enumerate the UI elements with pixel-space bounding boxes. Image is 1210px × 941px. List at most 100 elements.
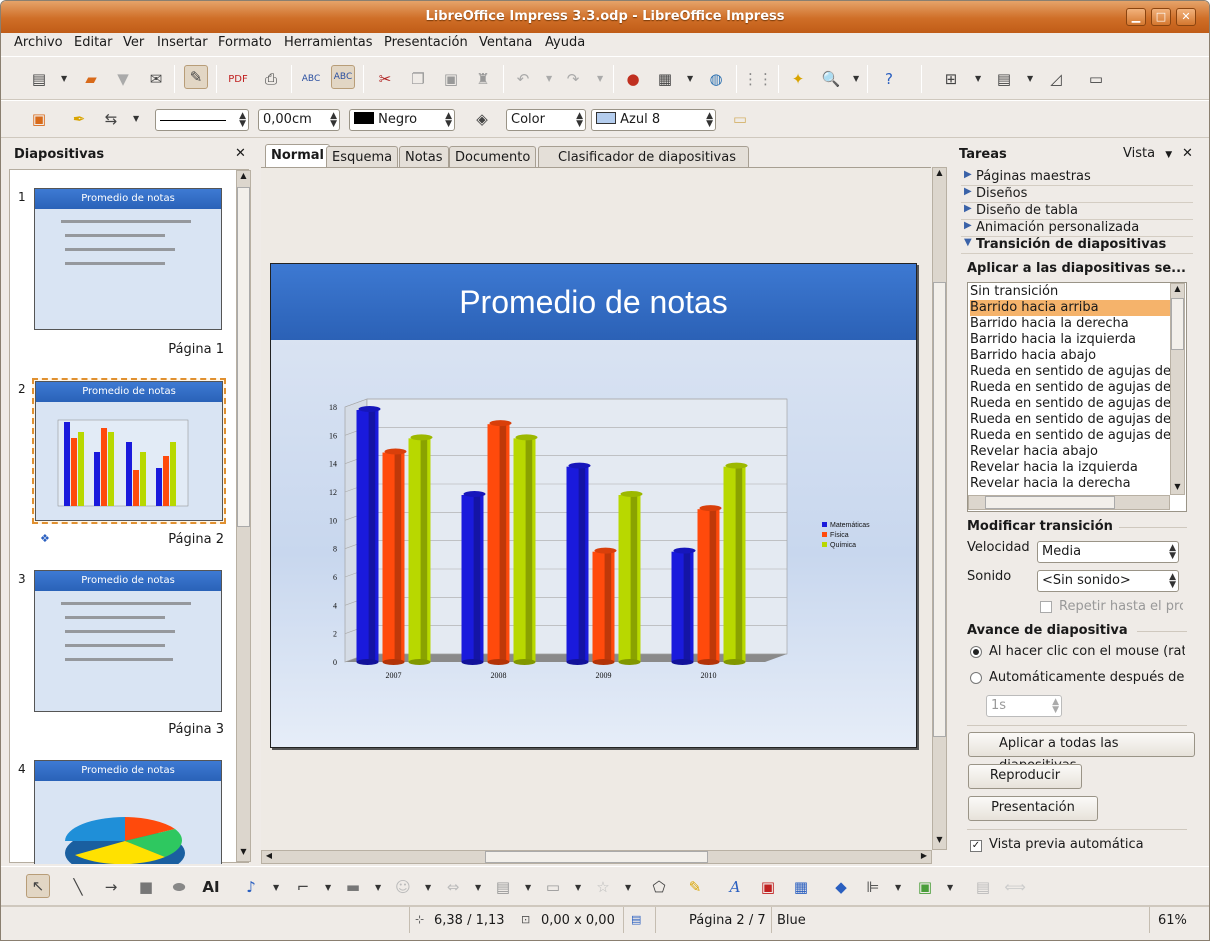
line-tool-icon[interactable]: ╲ bbox=[66, 875, 90, 899]
repeat-checkbox[interactable] bbox=[1040, 601, 1052, 613]
line-style-select[interactable]: ▲ ▼ bbox=[155, 109, 249, 131]
save-icon[interactable]: ▼ bbox=[111, 67, 135, 91]
edit-file-icon[interactable]: ✎ bbox=[184, 65, 208, 89]
menu-presentacion[interactable]: Presentación bbox=[384, 35, 468, 50]
status-zoom[interactable]: 61% bbox=[1158, 913, 1187, 928]
extrusion-icon[interactable]: ◆ bbox=[829, 875, 853, 899]
shadow-icon[interactable]: ▭ bbox=[728, 107, 752, 131]
curve-icon[interactable]: ♪ bbox=[239, 875, 263, 899]
sound-select[interactable]: <Sin sonido> ▲ ▼ bbox=[1037, 570, 1179, 592]
stars-icon[interactable]: ☆ bbox=[591, 875, 615, 899]
tab-clasificador[interactable]: Clasificador de diapositivas bbox=[538, 146, 749, 168]
connector-icon[interactable]: ⌐ bbox=[291, 875, 315, 899]
menu-insertar[interactable]: Insertar bbox=[157, 35, 208, 50]
redo-icon[interactable]: ↷ bbox=[561, 67, 585, 91]
glue-points-icon[interactable]: ✎ bbox=[683, 875, 707, 899]
close-window-button[interactable]: ✕ bbox=[1176, 8, 1196, 26]
presentation-style-icon[interactable]: ▣ bbox=[27, 107, 51, 131]
shadow-tool-icon[interactable]: ▤ bbox=[971, 875, 995, 899]
advance-click-radio[interactable] bbox=[970, 646, 982, 658]
zoom-icon[interactable]: 🔍 bbox=[819, 67, 843, 91]
transition-item[interactable]: Barrido hacia la derecha bbox=[970, 316, 1170, 332]
flowchart-icon[interactable]: ▤ bbox=[491, 875, 515, 899]
arrow-style-icon[interactable]: ⇆ bbox=[99, 107, 123, 131]
rectangle-icon[interactable]: ■ bbox=[134, 875, 158, 899]
chart-icon[interactable]: ● bbox=[621, 67, 645, 91]
speed-select[interactable]: Media ▲ ▼ bbox=[1037, 541, 1179, 563]
auto-preview-checkbox[interactable]: ✓ bbox=[970, 840, 982, 852]
tab-documento[interactable]: Documento bbox=[449, 146, 537, 168]
task-transicion[interactable]: ▼ Transición de diapositivas bbox=[961, 237, 1193, 254]
tab-notas[interactable]: Notas bbox=[399, 146, 449, 168]
line-color-select[interactable]: Negro ▲ ▼ bbox=[349, 109, 455, 131]
slideshow-icon[interactable]: ▭ bbox=[1084, 67, 1108, 91]
transition-list-vscroll[interactable]: ▲ ▼ bbox=[1170, 283, 1185, 495]
transition-item[interactable]: Revelar hacia la derecha bbox=[970, 476, 1170, 492]
export-pdf-icon[interactable]: PDF bbox=[226, 67, 250, 91]
menu-archivo[interactable]: Archivo bbox=[14, 35, 63, 50]
task-animacion[interactable]: ▶ Animación personalizada bbox=[961, 220, 1193, 237]
task-paginas-maestras[interactable]: ▶ Páginas maestras bbox=[961, 169, 1193, 186]
slide-layout-icon[interactable]: ▤ bbox=[992, 67, 1016, 91]
slide[interactable]: Promedio de notas 0 2 4 6 8 10 12 14 16 18 2007 200… bbox=[270, 263, 917, 748]
symbol-shapes-icon[interactable]: ☺ bbox=[391, 875, 415, 899]
arrow-line-icon[interactable]: → bbox=[99, 875, 123, 899]
transition-item[interactable]: Revelar hacia la izquierda bbox=[970, 460, 1170, 476]
slides-scrollbar[interactable]: ▲ ▼ bbox=[236, 170, 251, 862]
slide-thumbnail-3[interactable]: Promedio de notas bbox=[34, 570, 222, 712]
transition-item[interactable]: Barrido hacia la izquierda bbox=[970, 332, 1170, 348]
email-icon[interactable]: ✉ bbox=[144, 67, 168, 91]
help-icon[interactable]: ? bbox=[877, 67, 901, 91]
task-diseno-tabla[interactable]: ▶ Diseño de tabla bbox=[961, 203, 1193, 220]
insert-image-icon[interactable]: ▣ bbox=[756, 875, 780, 899]
presentation-button[interactable]: Presentación bbox=[968, 796, 1098, 821]
transition-item[interactable]: Rueda en sentido de agujas del bbox=[970, 364, 1170, 380]
document-modified-icon[interactable]: ▤ bbox=[631, 913, 641, 926]
menu-ver[interactable]: Ver bbox=[123, 35, 144, 50]
snap-icon[interactable]: ✦ bbox=[786, 67, 810, 91]
slide-design-icon[interactable]: ◿ bbox=[1044, 67, 1068, 91]
transition-item[interactable]: Rueda en sentido de agujas del bbox=[970, 380, 1170, 396]
line-icon[interactable]: ✒ bbox=[67, 107, 91, 131]
bar-chart[interactable]: 0 2 4 6 8 10 12 14 16 18 2007 2008 2009 2010 Matemátic… bbox=[271, 340, 918, 740]
area-icon[interactable]: ◈ bbox=[470, 107, 494, 131]
minimize-button[interactable]: ▁ bbox=[1126, 8, 1146, 26]
transition-item[interactable]: Rueda en sentido de agujas del bbox=[970, 412, 1170, 428]
navigator-icon[interactable]: ◍ bbox=[704, 67, 728, 91]
copy-icon[interactable]: ❐ bbox=[406, 67, 430, 91]
menu-herramientas[interactable]: Herramientas bbox=[284, 35, 373, 50]
transition-item[interactable]: Revelar hacia abajo bbox=[970, 444, 1170, 460]
arrange-icon[interactable]: ▣ bbox=[913, 875, 937, 899]
close-slides-panel-icon[interactable]: ✕ bbox=[235, 146, 246, 161]
fontwork-icon[interactable]: A bbox=[723, 875, 747, 899]
insert-media-icon[interactable]: ▦ bbox=[789, 875, 813, 899]
grid-icon[interactable]: ⋮⋮ bbox=[743, 67, 773, 91]
menu-ventana[interactable]: Ventana bbox=[479, 35, 532, 50]
line-width-field[interactable]: 0,00cm ▲ ▼ bbox=[258, 109, 340, 131]
select-arrow-icon[interactable]: ↖ bbox=[26, 874, 50, 898]
view-menu[interactable]: Vista ▼ bbox=[1123, 146, 1172, 161]
paste-icon[interactable]: ▣ bbox=[439, 67, 463, 91]
insert-slide-icon[interactable]: ⊞ bbox=[939, 67, 963, 91]
apply-all-button[interactable]: Aplicar a todas las diapositivas bbox=[968, 732, 1195, 773]
callouts-icon[interactable]: ▭ bbox=[541, 875, 565, 899]
transition-item[interactable]: Barrido hacia arriba bbox=[970, 300, 1170, 316]
text-tool-icon[interactable]: AI bbox=[199, 875, 223, 899]
table-icon[interactable]: ▦ bbox=[653, 67, 677, 91]
menu-formato[interactable]: Formato bbox=[218, 35, 272, 50]
slide-thumbnail-1[interactable]: Promedio de notas bbox=[34, 188, 222, 330]
slide-thumbnail-4[interactable]: Promedio de notas bbox=[34, 760, 222, 864]
play-button[interactable]: Reproducir bbox=[968, 764, 1082, 789]
block-arrows-icon[interactable]: ⇔ bbox=[441, 875, 465, 899]
task-disenos[interactable]: ▶ Diseños bbox=[961, 186, 1193, 203]
tab-normal[interactable]: Normal bbox=[265, 144, 330, 168]
print-icon[interactable]: ⎙ bbox=[259, 67, 283, 91]
advance-auto-radio[interactable] bbox=[970, 672, 982, 684]
align-icon[interactable]: ⊫ bbox=[861, 875, 885, 899]
basic-shapes-icon[interactable]: ▬ bbox=[341, 875, 365, 899]
slide-vertical-scrollbar[interactable]: ▲ ▼ bbox=[932, 167, 947, 850]
undo-icon[interactable]: ↶ bbox=[511, 67, 535, 91]
new-dropdown-icon[interactable]: ▼ bbox=[61, 74, 67, 83]
close-tasks-panel-icon[interactable]: ✕ bbox=[1182, 146, 1193, 161]
points-icon[interactable]: ⬠ bbox=[647, 875, 671, 899]
